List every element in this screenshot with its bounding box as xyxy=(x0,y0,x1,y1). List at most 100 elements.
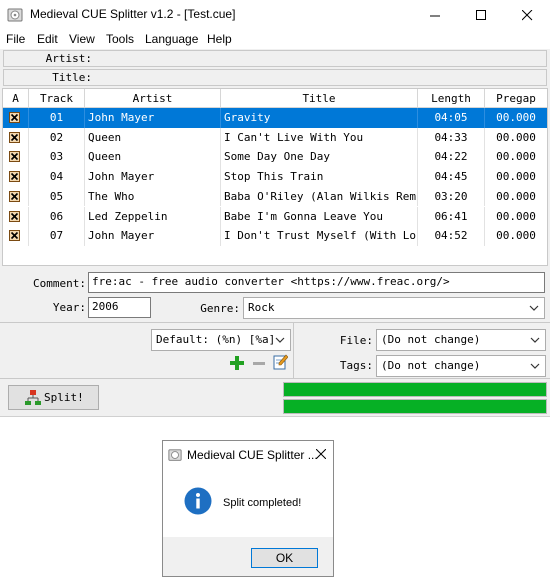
dialog-message: Split completed! xyxy=(223,497,302,509)
cell-check[interactable] xyxy=(3,127,29,148)
checkbox-checked-icon[interactable] xyxy=(9,112,20,123)
table-row[interactable]: 03 Queen Some Day One Day 04:22 00.000 xyxy=(3,147,547,168)
chevron-down-icon xyxy=(530,363,540,369)
artist-label: Artist: xyxy=(45,52,92,65)
table-row[interactable]: 04 John Mayer Stop This Train 04:45 00.000 xyxy=(3,167,547,187)
menu-file[interactable]: File xyxy=(6,32,25,46)
split-completed-dialog: Medieval CUE Splitter ... Split complete… xyxy=(162,440,334,577)
cell-check[interactable] xyxy=(3,108,29,128)
comment-label: Comment: xyxy=(33,277,86,290)
chevron-down-icon xyxy=(530,337,540,343)
cell-title: Some Day One Day xyxy=(221,147,418,168)
separator xyxy=(0,378,550,379)
cell-check[interactable] xyxy=(3,206,29,227)
menu-edit[interactable]: Edit xyxy=(37,32,58,46)
dialog-footer: OK xyxy=(163,537,333,576)
table-row[interactable]: 05 The Who Baba O'Riley (Alan Wilkis Rem 03… xyxy=(3,186,547,207)
cell-track: 04 xyxy=(29,167,85,187)
split-icon xyxy=(25,390,41,405)
cell-artist: John Mayer xyxy=(85,167,221,187)
column-header-artist[interactable]: Artist xyxy=(85,89,221,108)
cell-artist: John Mayer xyxy=(85,226,221,246)
cell-pregap: 00.000 xyxy=(496,150,536,164)
comment-input[interactable]: fre:ac - free audio converter <https://w… xyxy=(88,272,545,293)
cell-pregap: 00.000 xyxy=(496,189,536,203)
close-button[interactable] xyxy=(504,0,550,30)
progress-bar-total xyxy=(283,399,547,414)
tags-mode-value: (Do not change) xyxy=(381,359,481,372)
column-header-length[interactable]: Length xyxy=(418,89,485,108)
column-header-a[interactable]: A xyxy=(3,89,29,108)
cell-length: 04:45 xyxy=(418,167,485,187)
progress-bar-track xyxy=(283,382,547,397)
cell-pregap: 00.000 xyxy=(496,229,536,243)
cell-title: Gravity xyxy=(221,108,418,128)
cell-check[interactable] xyxy=(3,226,29,246)
cell-title: I Can't Live With You xyxy=(221,127,418,148)
table-row[interactable]: 06 Led Zeppelin Babe I'm Gonna Leave You 06… xyxy=(3,206,547,227)
window-title: Medieval CUE Splitter v1.2 - [Test.cue] xyxy=(30,7,236,21)
cell-title: Babe I'm Gonna Leave You xyxy=(221,206,418,227)
cell-track: 01 xyxy=(29,108,85,128)
cell-length: 04:05 xyxy=(418,108,485,128)
menu-tools[interactable]: Tools xyxy=(106,32,134,46)
cell-title: Stop This Train xyxy=(221,167,418,187)
filename-pattern-value: Default: (%n) [%a] xyxy=(156,333,276,346)
edit-pattern-button[interactable] xyxy=(273,354,288,370)
genre-select[interactable]: Rock xyxy=(243,297,545,319)
column-header-pregap[interactable]: Pregap xyxy=(485,89,547,108)
menu-view[interactable]: View xyxy=(69,32,95,46)
menu-help[interactable]: Help xyxy=(207,32,232,46)
menu-language[interactable]: Language xyxy=(145,32,198,46)
checkbox-checked-icon[interactable] xyxy=(9,210,20,222)
split-button[interactable]: Split! xyxy=(8,385,99,410)
info-icon xyxy=(184,487,212,515)
cell-check[interactable] xyxy=(3,167,29,187)
cell-length: 04:52 xyxy=(418,226,485,246)
table-row[interactable]: 01 John Mayer Gravity 04:05 00.000 xyxy=(3,108,547,128)
track-table[interactable]: A Track Artist Title Length Pregap 01 Joh… xyxy=(2,88,548,266)
tags-label: Tags: xyxy=(339,359,373,372)
remove-pattern-button[interactable] xyxy=(252,356,266,370)
ok-button[interactable]: OK xyxy=(251,548,318,568)
add-pattern-button[interactable] xyxy=(230,356,244,370)
cell-track: 05 xyxy=(29,186,85,207)
checkbox-checked-icon[interactable] xyxy=(9,230,20,242)
close-icon xyxy=(315,449,326,459)
checkbox-checked-icon[interactable] xyxy=(9,190,20,202)
chevron-down-icon xyxy=(275,337,285,343)
filename-pattern-select[interactable]: Default: (%n) [%a] xyxy=(151,329,291,351)
year-input[interactable]: 2006 xyxy=(88,297,151,318)
file-mode-select[interactable]: (Do not change) xyxy=(376,329,546,351)
maximize-button[interactable] xyxy=(458,0,504,30)
genre-value: Rock xyxy=(248,301,275,314)
title-field[interactable]: Title: xyxy=(3,69,547,86)
table-row[interactable]: 07 John Mayer I Don't Trust Myself (With L… xyxy=(3,226,547,246)
checkbox-checked-icon[interactable] xyxy=(9,131,20,143)
title-label: Title: xyxy=(52,71,92,84)
ok-label: OK xyxy=(275,551,294,565)
cell-pregap: 00.000 xyxy=(485,108,547,128)
checkbox-checked-icon[interactable] xyxy=(9,171,20,183)
dialog-close-button[interactable] xyxy=(307,441,334,467)
cell-artist: Queen xyxy=(85,147,221,168)
cell-pregap: 00.000 xyxy=(496,130,536,144)
cell-check[interactable] xyxy=(3,186,29,207)
title-bar: Medieval CUE Splitter v1.2 - [Test.cue] xyxy=(0,0,550,30)
minimize-button[interactable] xyxy=(412,0,458,30)
checkbox-checked-icon[interactable] xyxy=(9,151,20,163)
dialog-title: Medieval CUE Splitter ... xyxy=(187,448,318,462)
genre-label: Genre: xyxy=(200,302,240,315)
separator xyxy=(293,323,294,378)
column-header-title[interactable]: Title xyxy=(221,89,418,108)
close-icon xyxy=(521,9,532,20)
cell-artist: The Who xyxy=(85,186,221,207)
table-row[interactable]: 02 Queen I Can't Live With You 04:33 00.000 xyxy=(3,127,547,148)
tags-mode-select[interactable]: (Do not change) xyxy=(376,355,546,377)
cell-artist: Led Zeppelin xyxy=(85,206,221,227)
comment-value: fre:ac - free audio converter <https://w… xyxy=(92,275,450,288)
artist-field[interactable]: Artist: xyxy=(3,50,547,67)
cell-check[interactable] xyxy=(3,147,29,168)
minimize-icon xyxy=(429,15,440,16)
column-header-track[interactable]: Track xyxy=(29,89,85,108)
